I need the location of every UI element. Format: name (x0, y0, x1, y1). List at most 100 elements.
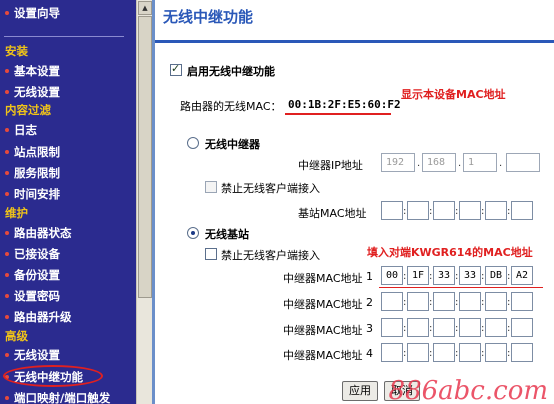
disable-clients-checkbox-1[interactable] (205, 181, 217, 193)
repeater-ip-octet-1[interactable]: 192 (381, 153, 415, 172)
title-rule (155, 40, 554, 43)
sidebar-section-advanced: 高级 (5, 329, 28, 343)
repeater-index-3: 3 (366, 322, 373, 335)
sidebar-scrollbar[interactable]: ▲ (136, 0, 152, 404)
bullet-icon (5, 293, 9, 298)
watermark-logo: 886abc.com (388, 376, 548, 404)
enable-repeater-checkbox[interactable] (170, 62, 182, 76)
repeater-mac-3-octet-2[interactable] (407, 318, 429, 337)
base-mac-octet-4[interactable] (459, 201, 481, 220)
repeater-mac-2-octet-1[interactable] (381, 292, 403, 311)
base-mac-octet-2[interactable] (407, 201, 429, 220)
enable-repeater-label: 启用无线中继功能 (187, 65, 275, 78)
repeater-index-1: 1 (366, 270, 373, 283)
bullet-icon (5, 251, 9, 256)
sidebar-section-install: 安装 (5, 44, 28, 58)
repeater-mac-label-3: 中继器MAC地址 (283, 324, 363, 337)
main-panel: 无线中继功能 启用无线中继功能 路由器的无线MAC： 00:1B:2F:E5:6… (155, 0, 554, 404)
scroll-thumb[interactable] (138, 16, 152, 298)
bullet-icon (5, 395, 9, 400)
repeater-index-2: 2 (366, 296, 373, 309)
repeater-mac-1-octet-6[interactable]: A2 (511, 266, 533, 285)
repeater-mac-4-octet-1[interactable] (381, 343, 403, 362)
repeater-mac-1-octet-4[interactable]: 33 (459, 266, 481, 285)
sidebar-item-wireless-settings-advanced[interactable]: 无线设置 (5, 348, 60, 362)
repeater-mac-4-octet-5[interactable] (485, 343, 507, 362)
sidebar-item-router-status[interactable]: 路由器状态 (5, 226, 72, 240)
router-mac-value: 00:1B:2F:E5:60:F2 (288, 98, 401, 111)
base-mac-octet-6[interactable] (511, 201, 533, 220)
base-mac-octet-1[interactable] (381, 201, 403, 220)
repeater-ip-octet-4[interactable] (506, 153, 540, 172)
repeater-mode-label: 无线中继器 (205, 138, 260, 151)
bullet-icon (5, 127, 9, 132)
repeater-index-4: 4 (366, 347, 373, 360)
bullet-icon (5, 272, 9, 277)
repeater-ip-octet-2[interactable]: 168 (422, 153, 456, 172)
sidebar-item-backup-settings[interactable]: 备份设置 (5, 268, 60, 282)
repeater-mac-underline (379, 287, 543, 288)
bullet-icon (5, 170, 9, 175)
active-item-highlight (3, 365, 103, 387)
base-mac-label: 基站MAC地址 (298, 207, 367, 220)
repeater-mode-radio[interactable] (187, 137, 199, 149)
repeater-mac-4-octet-4[interactable] (459, 343, 481, 362)
base-station-radio[interactable] (187, 227, 199, 239)
repeater-mac-3-octet-4[interactable] (459, 318, 481, 337)
sidebar-item-router-upgrade[interactable]: 路由器升级 (5, 310, 72, 324)
bullet-icon (5, 89, 9, 94)
sidebar-item-basic-settings[interactable]: 基本设置 (5, 64, 60, 78)
repeater-mac-label-2: 中继器MAC地址 (283, 298, 363, 311)
sidebar-item-schedule[interactable]: 时间安排 (5, 187, 60, 201)
sidebar-item-attached-devices[interactable]: 已接设备 (5, 247, 60, 261)
repeater-mac-1-octet-2[interactable]: 1F (407, 266, 429, 285)
repeater-mac-2-octet-2[interactable] (407, 292, 429, 311)
sidebar-item-service-block[interactable]: 服务限制 (5, 166, 60, 180)
annotation-repeater-mac: 填入对端KWGR614的MAC地址 (367, 246, 533, 259)
repeater-mac-1-octet-3[interactable]: 33 (433, 266, 455, 285)
annotation-router-mac: 显示本设备MAC地址 (401, 88, 506, 101)
sidebar-item-logs[interactable]: 日志 (5, 123, 37, 137)
bullet-icon (5, 352, 9, 357)
bullet-icon (5, 191, 9, 196)
apply-button[interactable]: 应用 (342, 381, 378, 401)
repeater-mac-3-octet-6[interactable] (511, 318, 533, 337)
sidebar-section-content-filter: 内容过滤 (5, 103, 51, 117)
scroll-up-icon[interactable]: ▲ (138, 1, 152, 15)
sidebar-item-wireless-settings[interactable]: 无线设置 (5, 85, 60, 99)
repeater-mac-label-1: 中继器MAC地址 (283, 272, 363, 285)
disable-clients-label-1: 禁止无线客户端接入 (221, 182, 320, 195)
sidebar-nav: 设置向导 安装 基本设置 无线设置 内容过滤 日志 站点限制 服务限制 时间安排… (0, 0, 136, 404)
repeater-mac-4-octet-3[interactable] (433, 343, 455, 362)
repeater-mac-1-octet-5[interactable]: DB (485, 266, 507, 285)
sidebar-divider (4, 36, 124, 37)
repeater-mac-2-octet-4[interactable] (459, 292, 481, 311)
bullet-icon (5, 149, 9, 154)
sidebar-section-maintenance: 维护 (5, 206, 28, 220)
sidebar-item-site-block[interactable]: 站点限制 (5, 145, 60, 159)
bullet-icon (5, 314, 9, 319)
repeater-mac-1-octet-1[interactable]: 00 (381, 266, 403, 285)
repeater-mac-4-octet-2[interactable] (407, 343, 429, 362)
repeater-mac-label-4: 中继器MAC地址 (283, 349, 363, 362)
repeater-mac-2-octet-6[interactable] (511, 292, 533, 311)
disable-clients-checkbox-2[interactable] (205, 248, 217, 260)
bullet-icon (5, 10, 9, 15)
base-mac-octet-5[interactable] (485, 201, 507, 220)
page-title: 无线中继功能 (163, 8, 254, 26)
repeater-mac-4-octet-6[interactable] (511, 343, 533, 362)
repeater-mac-3-octet-1[interactable] (381, 318, 403, 337)
bullet-icon (5, 230, 9, 235)
sidebar-item-setup-wizard[interactable]: 设置向导 (5, 6, 60, 20)
sidebar-item-set-password[interactable]: 设置密码 (5, 289, 60, 303)
base-station-label: 无线基站 (205, 228, 249, 241)
router-mac-underline (285, 113, 391, 115)
bullet-icon (5, 68, 9, 73)
base-mac-octet-3[interactable] (433, 201, 455, 220)
repeater-ip-octet-3[interactable]: 1 (463, 153, 497, 172)
repeater-mac-3-octet-5[interactable] (485, 318, 507, 337)
sidebar-item-port-forwarding[interactable]: 端口映射/端口触发 (5, 391, 110, 404)
repeater-mac-2-octet-3[interactable] (433, 292, 455, 311)
repeater-mac-3-octet-3[interactable] (433, 318, 455, 337)
repeater-mac-2-octet-5[interactable] (485, 292, 507, 311)
